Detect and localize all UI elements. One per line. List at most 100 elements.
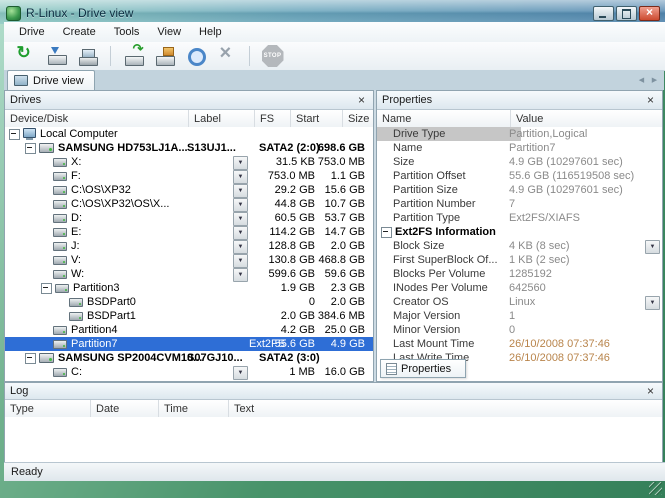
property-row[interactable]: Partition Offset55.6 GB (116519508 sec) <box>377 169 662 183</box>
column-header-text[interactable]: Text <box>229 400 662 418</box>
property-row[interactable]: Block Size4 KB (8 sec) <box>377 239 662 253</box>
drive-row[interactable]: SAMSUNG HD753LJ1A...S13UJ1...SATA2 (2:0)… <box>5 141 373 155</box>
property-row[interactable]: Creator OSLinux <box>377 295 662 309</box>
scan-button[interactable] <box>120 44 147 69</box>
drive-row[interactable]: Local Computer <box>5 127 373 141</box>
show-files-button[interactable] <box>151 44 178 69</box>
maximize-button[interactable] <box>616 6 637 21</box>
refresh-button[interactable] <box>12 44 39 69</box>
drive-row[interactable]: D:60.5 GB53.7 GB <box>5 211 373 225</box>
drive-row[interactable]: J:128.8 GB2.0 GB <box>5 239 373 253</box>
drive-row[interactable]: Partition7Ext2FS55.6 GB4.9 GB <box>5 337 373 351</box>
tree-expander-icon[interactable] <box>41 283 52 294</box>
minimize-button[interactable] <box>593 6 614 21</box>
properties-panel-header: Properties <box>377 91 662 110</box>
tab-scroll-right-button[interactable] <box>649 74 660 87</box>
column-header-device-disk[interactable]: Device/Disk <box>5 110 189 128</box>
tree-expander-icon[interactable] <box>25 353 36 364</box>
menu-item-view[interactable]: View <box>148 24 190 40</box>
property-name: Last Mount Time <box>377 337 521 351</box>
drive-row[interactable]: SAMSUNG SP2004CVM10...S07GJ10...SATA2 (3… <box>5 351 373 365</box>
fs-dropdown-button[interactable] <box>233 156 248 170</box>
close-properties-panel-icon[interactable] <box>644 94 657 107</box>
property-row[interactable]: Drive TypePartition,Logical <box>377 127 662 141</box>
value-dropdown-button[interactable] <box>645 296 660 310</box>
fs-dropdown-button[interactable] <box>233 198 248 212</box>
column-header-date[interactable]: Date <box>91 400 159 418</box>
drive-row[interactable]: E:114.2 GB14.7 GB <box>5 225 373 239</box>
property-name-text: Last Mount Time <box>393 337 474 351</box>
tree-expander-icon[interactable] <box>9 129 20 140</box>
size-cell: 468.8 GB <box>317 253 365 267</box>
menu-item-create[interactable]: Create <box>54 24 105 40</box>
close-view-button[interactable] <box>213 44 240 69</box>
start-cell: 44.8 GB <box>261 197 315 211</box>
drive-row[interactable]: BSDPart002.0 GB <box>5 295 373 309</box>
drive-row[interactable]: W:599.6 GB59.6 GB <box>5 267 373 281</box>
property-row[interactable]: Major Version1 <box>377 309 662 323</box>
recover-button[interactable] <box>182 44 209 69</box>
tab-drive-view[interactable]: Drive view <box>7 70 95 90</box>
fs-dropdown-button[interactable] <box>233 170 248 184</box>
menu-item-help[interactable]: Help <box>190 24 231 40</box>
drive-row[interactable]: Partition31.9 GB2.3 GB <box>5 281 373 295</box>
drive-row[interactable]: BSDPart12.0 GB384.6 MB <box>5 309 373 323</box>
size-cell: 4.9 GB <box>317 337 365 351</box>
volume-icon <box>53 242 67 251</box>
property-row[interactable]: Size4.9 GB (10297601 sec) <box>377 155 662 169</box>
drive-row[interactable]: Partition44.2 GB25.0 GB <box>5 323 373 337</box>
column-header-type[interactable]: Type <box>5 400 91 418</box>
disk-icon <box>39 353 54 363</box>
menu-item-drive[interactable]: Drive <box>10 24 54 40</box>
column-header-name[interactable]: Name <box>377 110 511 128</box>
property-row[interactable]: First SuperBlock Of...1 KB (2 sec) <box>377 253 662 267</box>
create-image-button[interactable] <box>74 44 101 69</box>
properties-dock-tab[interactable]: Properties <box>380 359 466 378</box>
tree-expander-icon[interactable] <box>381 227 392 238</box>
fs-dropdown-button[interactable] <box>233 268 248 282</box>
column-header-time[interactable]: Time <box>159 400 229 418</box>
start-cell: 4.2 GB <box>261 323 315 337</box>
column-header-value[interactable]: Value <box>511 110 662 128</box>
property-row[interactable]: Partition Number7 <box>377 197 662 211</box>
property-row[interactable]: Partition Size4.9 GB (10297601 sec) <box>377 183 662 197</box>
property-row[interactable]: Ext2FS Information <box>377 225 662 239</box>
value-dropdown-button[interactable] <box>645 240 660 254</box>
volume-icon <box>69 298 83 307</box>
menu-item-tools[interactable]: Tools <box>105 24 149 40</box>
fs-dropdown-button[interactable] <box>233 226 248 240</box>
drive-row[interactable]: C:1 MB16.0 GB <box>5 365 373 379</box>
resize-grip[interactable] <box>649 482 662 495</box>
device-name: BSDPart0 <box>87 295 136 309</box>
close-window-button[interactable] <box>639 6 660 21</box>
tab-scroll-left-button[interactable] <box>636 74 647 87</box>
drive-row[interactable]: C:\OS\XP3229.2 GB15.6 GB <box>5 183 373 197</box>
property-row[interactable]: NamePartition7 <box>377 141 662 155</box>
column-header-size[interactable]: Size <box>343 110 373 128</box>
drive-row[interactable]: C:\OS\XP32\OS\X...44.8 GB10.7 GB <box>5 197 373 211</box>
property-row[interactable]: Last Mount Time26/10/2008 07:37:46 <box>377 337 662 351</box>
close-log-panel-icon[interactable] <box>644 385 657 398</box>
fs-dropdown-button[interactable] <box>233 212 248 226</box>
tree-expander-icon[interactable] <box>25 143 36 154</box>
column-header-fs[interactable]: FS <box>255 110 291 128</box>
open-image-button[interactable] <box>43 44 70 69</box>
title-bar[interactable]: R-Linux - Drive view <box>0 0 665 24</box>
property-row[interactable]: Minor Version0 <box>377 323 662 337</box>
close-drives-panel-icon[interactable] <box>355 94 368 107</box>
property-name-text: Creator OS <box>393 295 449 309</box>
drive-row[interactable]: F:753.0 MB1.1 GB <box>5 169 373 183</box>
stop-button[interactable]: STOP <box>259 44 286 69</box>
drive-row[interactable]: V:130.8 GB468.8 GB <box>5 253 373 267</box>
fs-dropdown-button[interactable] <box>233 366 248 380</box>
tab-scroll-arrows <box>636 74 660 87</box>
fs-dropdown-button[interactable] <box>233 240 248 254</box>
column-header-label[interactable]: Label <box>189 110 255 128</box>
drive-row[interactable]: X:31.5 KB753.0 MB <box>5 155 373 169</box>
fs-dropdown-button[interactable] <box>233 254 248 268</box>
column-header-start[interactable]: Start <box>291 110 343 128</box>
property-row[interactable]: Blocks Per Volume1285192 <box>377 267 662 281</box>
property-row[interactable]: INodes Per Volume642560 <box>377 281 662 295</box>
property-row[interactable]: Partition TypeExt2FS/XIAFS <box>377 211 662 225</box>
fs-dropdown-button[interactable] <box>233 184 248 198</box>
